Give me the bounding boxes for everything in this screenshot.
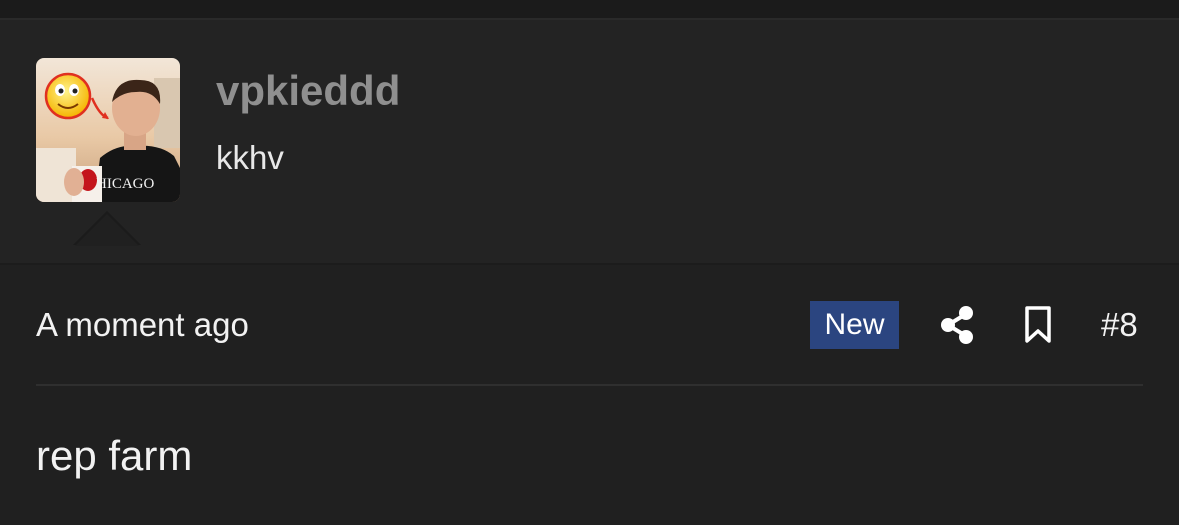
divider: [36, 384, 1143, 386]
username[interactable]: vpkieddd: [216, 70, 400, 112]
avatar-text: HICAGO: [96, 176, 154, 192]
share-icon: [941, 306, 973, 344]
post-body: rep farm: [36, 432, 193, 479]
avatar[interactable]: HICAGO: [36, 58, 180, 202]
card-pointer-fill: [75, 214, 139, 246]
new-badge: New: [810, 301, 899, 349]
bookmark-button[interactable]: [1018, 304, 1058, 346]
user-title: kkhv: [216, 139, 284, 176]
avatar-image: HICAGO: [36, 58, 180, 202]
share-button[interactable]: [936, 304, 978, 346]
post-timestamp[interactable]: A moment ago: [36, 308, 249, 341]
top-bar: [0, 0, 1179, 20]
bookmark-icon: [1025, 306, 1051, 343]
user-card: HICAGO vpkieddd kkhv: [0, 20, 1179, 265]
post-number[interactable]: #8: [1101, 308, 1138, 341]
